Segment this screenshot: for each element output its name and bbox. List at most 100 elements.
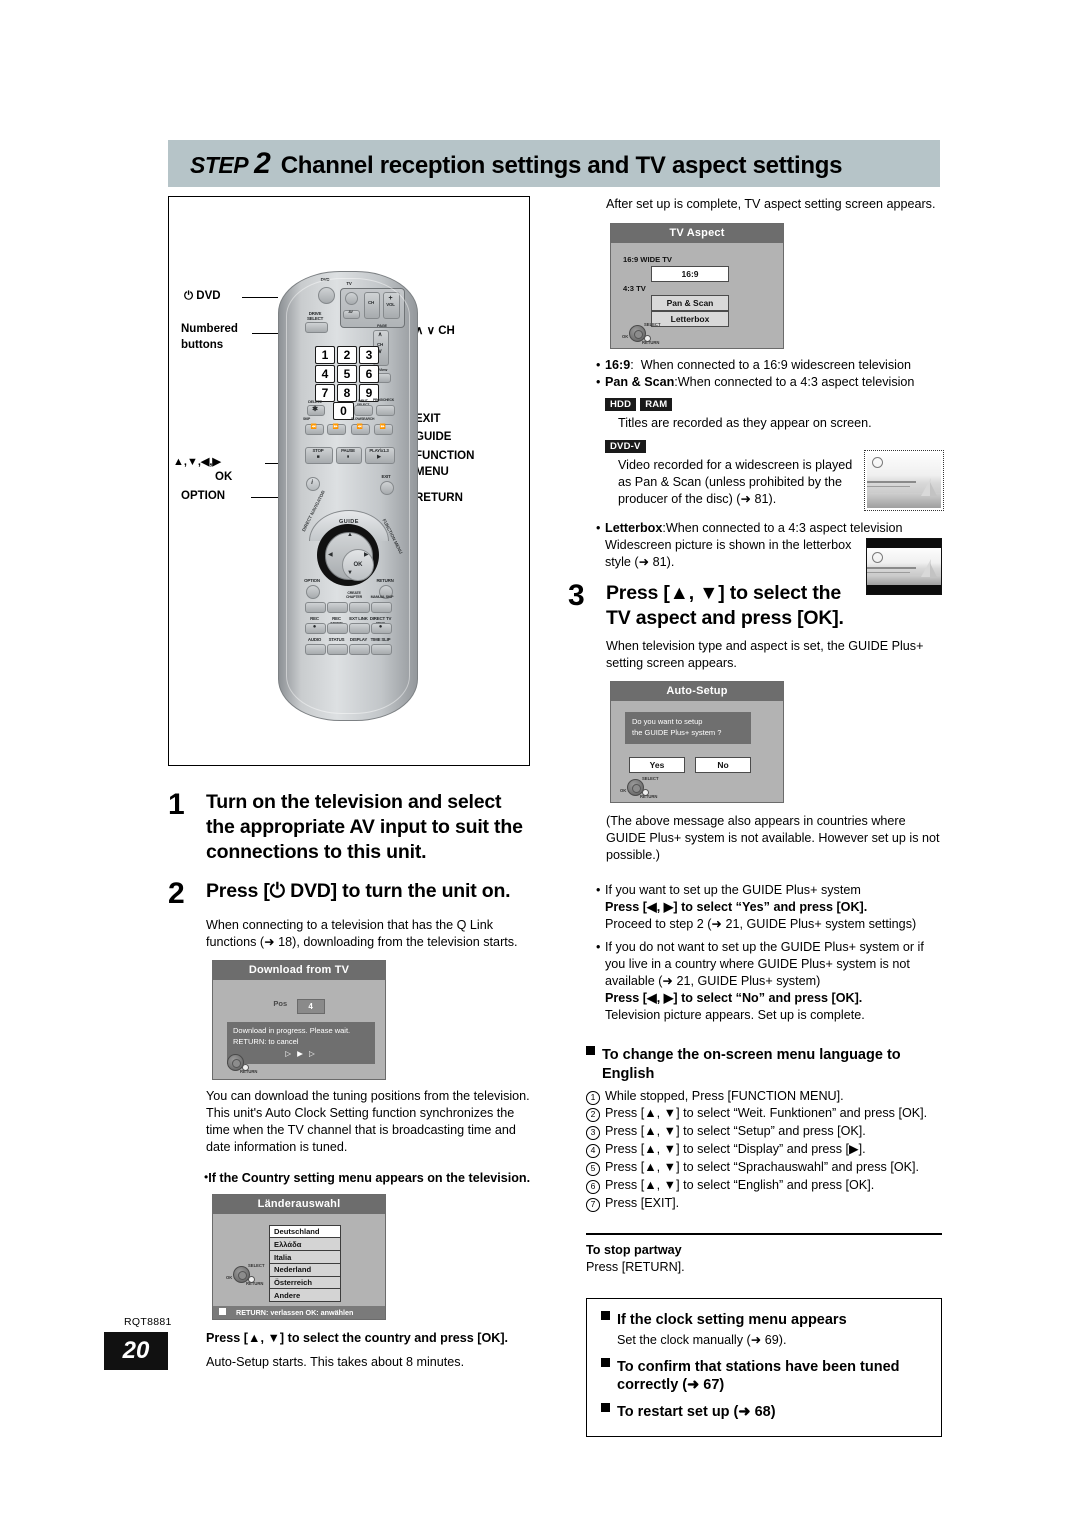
- remote-button-manual-skip[interactable]: [371, 602, 392, 613]
- remote-number-4[interactable]: 4: [315, 365, 335, 383]
- boxed-item-2-row: To restart set up (➜ 68): [601, 1403, 925, 1422]
- guide-yes-bullet-row: • If you want to set up the GUIDE Plus+ …: [596, 882, 946, 899]
- remote-number-1[interactable]: 1: [315, 346, 335, 364]
- remote-button-delete[interactable]: [307, 405, 325, 416]
- language-step-6: 6 Press [▲, ▼] to select “English” and pr…: [586, 1177, 942, 1195]
- remote-button-return[interactable]: [379, 585, 393, 599]
- tv-aspect-option-pan-scan[interactable]: Pan & Scan: [651, 295, 729, 311]
- auto-setup-no-button[interactable]: No: [695, 756, 751, 773]
- remote-button-av[interactable]: [343, 310, 360, 319]
- callout-power-dvd: ⏻ DVD: [184, 290, 221, 302]
- remote-button-slow-back[interactable]: [351, 424, 370, 435]
- remote-button-tv-vol[interactable]: [383, 292, 400, 319]
- boxed-item-0-note: Set the clock manually (➜ 69).: [617, 1332, 787, 1347]
- remote-button-power-dvd[interactable]: [318, 287, 335, 304]
- country-item-3[interactable]: Nederland: [269, 1262, 341, 1276]
- remote-button-ok[interactable]: OK: [342, 549, 374, 581]
- remote-number-8[interactable]: 8: [337, 384, 357, 402]
- remote-button-create-chapter[interactable]: [349, 602, 370, 613]
- aspect-descriptions: • 16:9: When connected to a 16:9 widescr…: [596, 357, 946, 511]
- auto-setup-yes-button[interactable]: Yes: [629, 756, 685, 773]
- remote-label-direct-tv-rec: DIRECT TV REC: [369, 616, 392, 626]
- country-item-0[interactable]: Deutschland: [269, 1224, 341, 1238]
- tv-aspect-option-letterbox[interactable]: Letterbox: [651, 311, 729, 327]
- step-2-number: 2: [168, 876, 185, 910]
- callout-numbered-buttons-line2: buttons: [181, 339, 224, 351]
- remote-numeric-keypad: 1 2 3 4 5 6 7 8 9: [315, 346, 379, 402]
- language-step-3-num: 3: [586, 1126, 600, 1141]
- tv-aspect-remote-hint: SELECT RETURN OK: [622, 322, 661, 345]
- remote-button-tv-ch[interactable]: [364, 292, 380, 319]
- country-item-4[interactable]: Österreich: [269, 1275, 341, 1289]
- page-title: Channel reception settings and TV aspect…: [280, 151, 843, 179]
- remote-button-prog-check[interactable]: [376, 405, 395, 416]
- remote-button-time-slip[interactable]: [371, 644, 392, 655]
- remote-number-2[interactable]: 2: [337, 346, 357, 364]
- remote-label-direct-navigator: DIRECT NAVIGATOR: [301, 489, 326, 533]
- remote-number-5[interactable]: 5: [337, 365, 357, 383]
- remote-button-ext-link[interactable]: [349, 623, 370, 634]
- remote-label-prog-check: PROG/CHECK: [373, 398, 394, 402]
- tv-aspect-option-169[interactable]: 16:9: [651, 266, 729, 282]
- language-heading-square-icon: [586, 1045, 595, 1055]
- remote-button-play[interactable]: [365, 447, 395, 464]
- remote-button-guide[interactable]: GUIDE: [309, 510, 389, 541]
- auto-setup-message-line2: the GUIDE Plus+ system ?: [632, 727, 722, 737]
- remote-label-pause: PAUSE: [341, 448, 355, 453]
- remote-button-display[interactable]: [349, 644, 370, 655]
- remote-button-option[interactable]: [306, 585, 320, 599]
- remote-button-input-select[interactable]: [354, 405, 373, 416]
- guide-yes-bullet-icon: •: [596, 882, 601, 897]
- callout-exit: EXIT: [415, 413, 441, 425]
- remote-number-9[interactable]: 9: [359, 384, 379, 402]
- remote-button-audio[interactable]: [305, 644, 326, 655]
- remote-number-3[interactable]: 3: [359, 346, 379, 364]
- remote-icon-slow-back: ⏪: [356, 424, 363, 430]
- remote-label-skip: SKIP: [303, 417, 311, 421]
- remote-button-pause[interactable]: [336, 447, 362, 464]
- remote-button-drive-select[interactable]: [305, 322, 328, 333]
- remote-dpad[interactable]: OK ▲ ▼ ◀ ▶: [317, 524, 379, 586]
- country-item-1[interactable]: Ελλάδα: [269, 1237, 341, 1251]
- country-item-2[interactable]: Italia: [269, 1250, 341, 1263]
- remote-number-0[interactable]: 0: [333, 402, 354, 420]
- remote-button-exit[interactable]: [380, 481, 394, 495]
- remote-label-rec: REC: [310, 616, 319, 621]
- remote-button-skip-fwd[interactable]: [327, 424, 346, 435]
- remote-button-rec-mode[interactable]: [327, 623, 348, 634]
- remote-number-7[interactable]: 7: [315, 384, 335, 402]
- download-screen-title: Download from TV: [213, 961, 385, 981]
- remote-button-row1-a[interactable]: [305, 602, 326, 613]
- remote-button-tv-power[interactable]: [345, 292, 358, 305]
- remote-number-6[interactable]: 6: [359, 365, 379, 383]
- right-intro: After set up is complete, TV aspect sett…: [606, 197, 936, 211]
- guide-yes-bold: Press [◀, ▶] to select “Yes” and press […: [605, 899, 868, 914]
- remote-button-status[interactable]: [327, 644, 348, 655]
- remote-tv-group: [340, 288, 405, 328]
- remote-button-showview[interactable]: [373, 373, 391, 383]
- remote-label-delete: DELETE: [308, 400, 322, 404]
- remote-label-exit: EXIT: [381, 474, 391, 479]
- aspect-item-pan-scan: • Pan & Scan:When connected to a 4:3 asp…: [596, 374, 946, 391]
- language-step-5: 5 Press [▲, ▼] to select “Sprachauswahl” …: [586, 1159, 942, 1177]
- remote-button-skip-back[interactable]: [305, 424, 324, 435]
- remote-button-ch-updown[interactable]: [373, 330, 389, 366]
- remote-button-stop[interactable]: [305, 447, 333, 464]
- step-1-text: Turn on the television and select the ap…: [206, 791, 523, 863]
- country-screen-body: Deutschland Ελλάδα Italia Nederland Öste…: [213, 1214, 385, 1306]
- step-3-note: When television type and aspect is set, …: [606, 638, 924, 670]
- badge-hdd: HDD: [605, 398, 637, 411]
- country-item-5[interactable]: Andere: [269, 1288, 341, 1303]
- remote-label-option: OPTION: [304, 578, 320, 583]
- remote-button-rec[interactable]: [305, 623, 326, 634]
- remote-dpad-inner[interactable]: OK ▲ ▼ ◀ ▶: [325, 532, 374, 581]
- remote-arrow-left-icon: ◀: [328, 552, 333, 558]
- remote-label-asterisk: ✱: [312, 406, 318, 413]
- remote-button-row1-b[interactable]: [327, 602, 348, 613]
- callout-arrows: ▲,▼,◀,▶: [173, 456, 221, 468]
- remote-button-info[interactable]: [306, 477, 320, 491]
- remote-button-slow-fwd[interactable]: [374, 424, 393, 435]
- remote-label-manual-skip: MANUAL SKIP: [370, 595, 394, 599]
- remote-button-direct-tv-rec[interactable]: [371, 623, 392, 634]
- letterbox-desc: When connected to a 4:3 aspect televisio…: [665, 521, 903, 535]
